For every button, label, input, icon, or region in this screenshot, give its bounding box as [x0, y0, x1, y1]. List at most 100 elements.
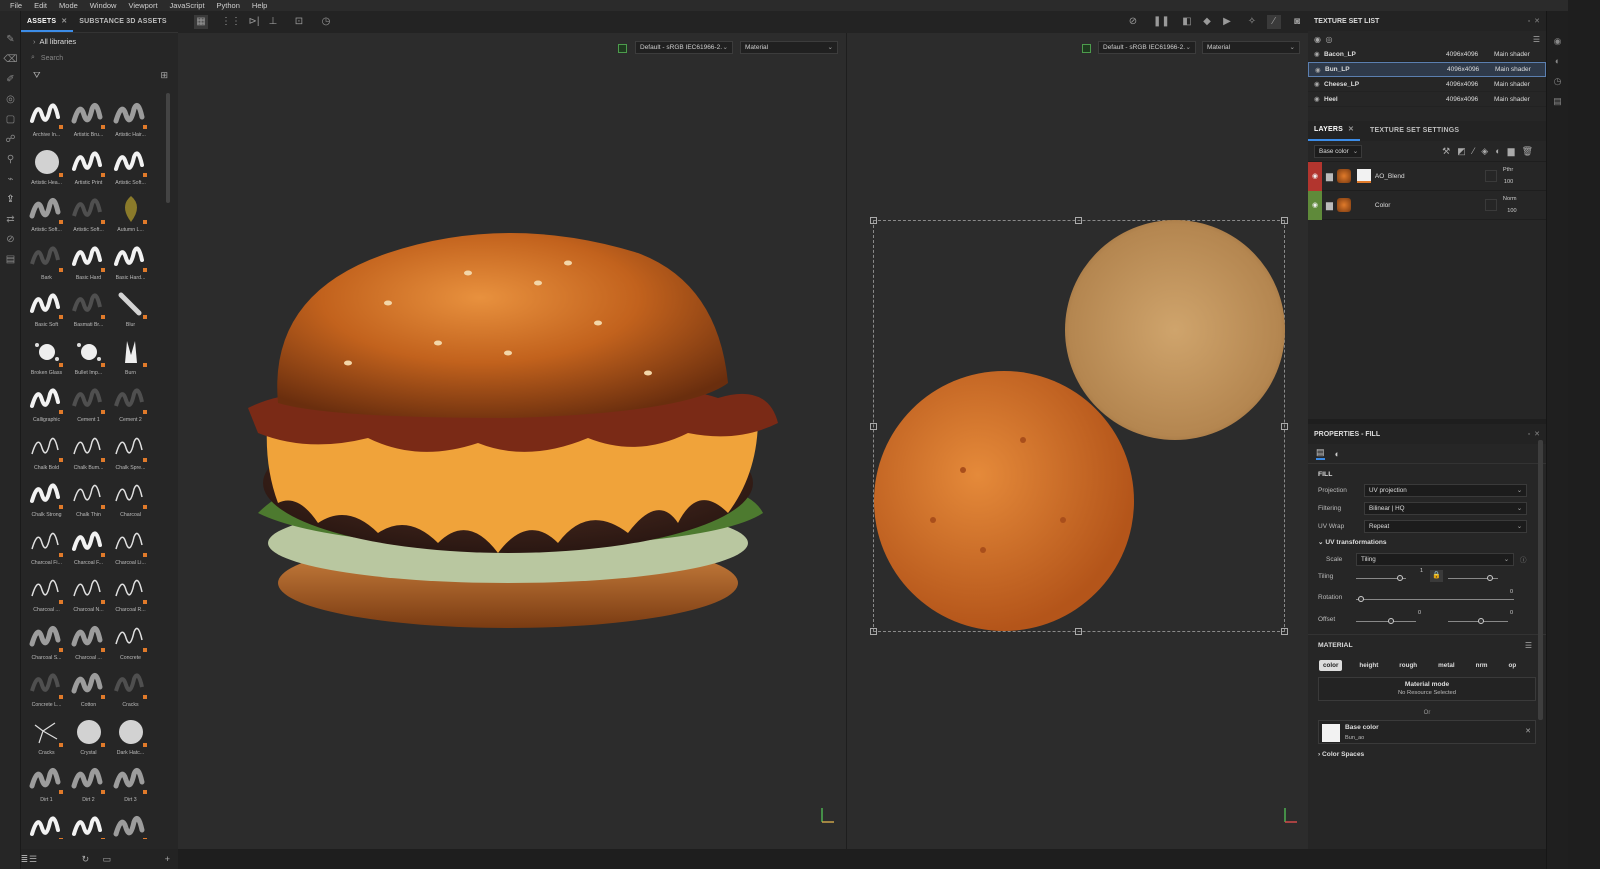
eye-icon[interactable]: ◎: [1325, 35, 1332, 44]
asset-item[interactable]: Broken Glass: [26, 335, 67, 383]
left-colorspace-dropdown[interactable]: Default - sRGB IEC61966-2. ⌄: [635, 41, 733, 54]
material-chip-nrm[interactable]: nrm: [1472, 660, 1492, 671]
transform-handle[interactable]: [1281, 423, 1288, 430]
asset-item[interactable]: Charcoal ...: [68, 620, 109, 668]
asset-item[interactable]: Autumn L...: [110, 192, 151, 240]
asset-item[interactable]: Artistic Soft...: [110, 145, 151, 193]
close-icon[interactable]: ✕: [1348, 126, 1354, 133]
material-tab-icon[interactable]: ◐: [1335, 449, 1340, 459]
properties-scrollbar[interactable]: [1538, 440, 1543, 720]
asset-item[interactable]: Chalk Strong: [26, 477, 67, 525]
eye-icon[interactable]: ◉: [1315, 66, 1325, 74]
paint-brush-icon[interactable]: ✎: [0, 29, 21, 49]
light-icon[interactable]: ✧: [1245, 15, 1259, 29]
blend-mode[interactable]: Pthr: [1503, 164, 1513, 176]
asset-item[interactable]: Charcoal Fi...: [26, 525, 67, 573]
projection-icon[interactable]: ✐: [0, 69, 21, 89]
offset-y-slider-knob[interactable]: [1478, 618, 1484, 624]
eye-icon[interactable]: ◉: [1308, 190, 1322, 220]
tab-layers[interactable]: LAYERS ✕: [1308, 121, 1361, 141]
asset-item[interactable]: Charcoal: [110, 477, 151, 525]
texture-set-shader[interactable]: Main shader: [1495, 66, 1531, 73]
tab-texture-set-settings[interactable]: TEXTURE SET SETTINGS: [1364, 122, 1465, 140]
log-icon[interactable]: ▤: [1547, 91, 1568, 111]
menu-javascript[interactable]: JavaScript: [164, 0, 211, 11]
asset-item[interactable]: Cracks: [110, 667, 151, 715]
add-folder-icon[interactable]: ▆: [1508, 146, 1522, 156]
burger-3d-model[interactable]: [238, 213, 798, 633]
asset-item[interactable]: Artistic Print: [68, 145, 109, 193]
material-chip-rough[interactable]: rough: [1395, 660, 1421, 671]
filter-icon[interactable]: ⛛: [33, 70, 41, 81]
offset-x-slider-track[interactable]: [1356, 621, 1416, 622]
add-icon[interactable]: +: [165, 854, 170, 864]
bake-icon[interactable]: ⇪: [0, 189, 21, 209]
asset-item[interactable]: Chalk Bum...: [68, 430, 109, 478]
camera-icon[interactable]: ▶: [1220, 15, 1234, 29]
refresh-icon[interactable]: ↻: [82, 854, 90, 865]
asset-item[interactable]: Charcoal Li...: [110, 525, 151, 573]
texture-set-row[interactable]: ◉ Bacon_LP 4096x4096 Main shader: [1308, 47, 1546, 62]
color-spaces-toggle[interactable]: › Color Spaces: [1308, 744, 1546, 762]
fill-tab-icon[interactable]: ▤: [1316, 447, 1325, 460]
projection-dropdown[interactable]: UV projection ⌄: [1364, 483, 1527, 497]
tab-assets[interactable]: ASSETS ✕: [21, 11, 74, 32]
asset-item[interactable]: Basic Soft: [26, 287, 67, 335]
search-field[interactable]: ⌕ Search: [21, 50, 178, 66]
asset-item[interactable]: Dirt 3: [110, 762, 151, 810]
search-input[interactable]: Search: [41, 55, 63, 62]
eye-icon[interactable]: ◉: [1314, 95, 1324, 103]
menu-mode[interactable]: Mode: [53, 0, 84, 11]
texture-set-row[interactable]: ◉ Bun_LP 4096x4096 Main shader: [1308, 62, 1546, 77]
layer-row[interactable]: ◉ ▆ AO_Blend Pthr 100: [1308, 161, 1546, 191]
base-color-slot[interactable]: Base color Bun_ao ✕: [1318, 720, 1536, 744]
asset-item[interactable]: Charcoal ...: [26, 572, 67, 620]
new-folder-icon[interactable]: ▭: [103, 854, 112, 865]
asset-item[interactable]: Cotton: [68, 667, 109, 715]
asset-item[interactable]: [68, 810, 109, 839]
assets-scrollbar[interactable]: [166, 93, 170, 203]
asset-item[interactable]: Charcoal S...: [26, 620, 67, 668]
eye-icon[interactable]: ◉: [1314, 50, 1324, 58]
material-chip-height[interactable]: height: [1355, 660, 1382, 671]
texture-set-row[interactable]: ◉ Heel 4096x4096 Main shader: [1308, 92, 1546, 107]
left-channel-dropdown[interactable]: Material ⌄: [740, 41, 838, 54]
transform-handle[interactable]: [1075, 217, 1082, 224]
filtering-dropdown[interactable]: Bilinear | HQ ⌄: [1364, 501, 1527, 515]
lock-icon[interactable]: 🔒: [1430, 570, 1443, 582]
history-icon[interactable]: ◷: [319, 15, 333, 29]
asset-item[interactable]: Artistic Soft...: [26, 192, 67, 240]
close-icon[interactable]: ✕: [61, 18, 67, 25]
asset-item[interactable]: Basic Hard...: [110, 240, 151, 288]
clear-icon[interactable]: ✕: [1525, 727, 1531, 735]
delete-icon[interactable]: 🗑: [1522, 146, 1540, 156]
symmetry-icon[interactable]: ⊥: [266, 15, 280, 29]
blend-mode[interactable]: Norm: [1503, 193, 1517, 205]
asset-item[interactable]: Chalk Bold: [26, 430, 67, 478]
tiling-y-slider-knob[interactable]: [1487, 575, 1493, 581]
close-icon[interactable]: ✕: [1534, 18, 1540, 25]
offset-x-slider-knob[interactable]: [1388, 618, 1394, 624]
pause-icon[interactable]: ❚❚: [1153, 15, 1170, 29]
add-paint-layer-icon[interactable]: ⁄: [1473, 146, 1482, 156]
asset-item[interactable]: Archive In...: [26, 97, 67, 145]
asset-item[interactable]: [26, 810, 67, 839]
menu-python[interactable]: Python: [211, 0, 246, 11]
eye-toggle-icon[interactable]: ◉: [1314, 35, 1321, 44]
asset-item[interactable]: Dirt 2: [68, 762, 109, 810]
asset-item[interactable]: Concrete: [110, 620, 151, 668]
asset-item[interactable]: Artistic Soft...: [68, 192, 109, 240]
texture-set-icon[interactable]: ◉: [1547, 31, 1568, 51]
asset-item[interactable]: Bullet Imp...: [68, 335, 109, 383]
material-chip-op[interactable]: op: [1505, 660, 1521, 671]
asset-item[interactable]: Basmati Br...: [68, 287, 109, 335]
asset-item[interactable]: Concrete L...: [26, 667, 67, 715]
mask-thumbnail[interactable]: [1356, 169, 1371, 183]
add-mask-icon[interactable]: ◩: [1457, 146, 1473, 156]
history-icon[interactable]: ◷: [1547, 71, 1568, 91]
smudge-icon[interactable]: ☍: [0, 129, 21, 149]
transform-handle[interactable]: [1281, 217, 1288, 224]
screenshot-icon[interactable]: ◙: [1290, 15, 1304, 29]
transform-icon[interactable]: ⇄: [0, 209, 21, 229]
menu-file[interactable]: File: [4, 0, 28, 11]
